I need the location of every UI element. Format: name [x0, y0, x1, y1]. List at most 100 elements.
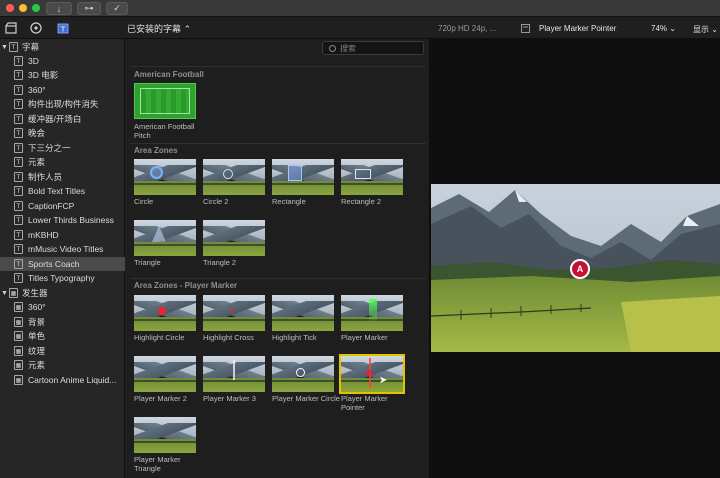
download-icon: ↓: [56, 3, 62, 14]
thumbnail-american-football-pitch[interactable]: [134, 83, 196, 119]
checkmark-icon: ✓: [113, 3, 121, 13]
titles-icon: T: [9, 42, 18, 52]
thumbnail-player-marker-2[interactable]: [134, 356, 196, 392]
sidebar-item[interactable]: ▦ 元素: [0, 358, 125, 372]
sidebar-item[interactable]: ▦ Cartoon Anime Liquid...: [0, 373, 125, 387]
thumbnail-highlight-circle[interactable]: [134, 295, 196, 331]
search-input[interactable]: 搜索: [322, 41, 424, 55]
section-divider: [130, 66, 426, 67]
sidebar-item[interactable]: ▦ 单色: [0, 329, 125, 343]
disclosure-triangle-icon[interactable]: ▼: [1, 44, 8, 51]
titles-generators-icon[interactable]: T: [57, 22, 69, 34]
library-select[interactable]: 已安装的字幕 ⌃: [127, 22, 191, 35]
mouse-cursor-icon: ➤: [379, 375, 388, 386]
thumbnail-caption: American Football Pitch: [134, 122, 195, 140]
thumbnail-triangle[interactable]: [134, 220, 196, 256]
window-titlebar: ↓ ⊶ ✓: [0, 0, 720, 17]
close-window-button[interactable]: [6, 4, 14, 12]
title-icon: T: [14, 99, 23, 109]
key-icon: ⊶: [84, 3, 94, 13]
title-icon: T: [14, 259, 23, 269]
title-icon: T: [14, 56, 23, 66]
clapper-icon[interactable]: [5, 22, 17, 34]
zoom-window-button[interactable]: [32, 4, 40, 12]
section-heading: Area Zones - Player Marker: [134, 281, 238, 290]
sidebar-item[interactable]: T 制作人员: [0, 170, 125, 184]
viewer-pane: A: [429, 39, 720, 478]
thumbnail-triangle-2[interactable]: [203, 220, 265, 256]
thumbnail-highlight-cross[interactable]: ✕: [203, 295, 265, 331]
sidebar-item[interactable]: T 360°: [0, 83, 125, 97]
generator-icon: ▦: [14, 302, 23, 312]
section-heading: Area Zones: [134, 146, 178, 155]
sidebar-group-titles[interactable]: ▼ T 字幕: [0, 40, 125, 54]
sidebar-item[interactable]: T Bold Text Titles: [0, 184, 125, 198]
player-marker-badge: A: [570, 259, 590, 279]
title-icon: T: [14, 157, 23, 167]
view-menu[interactable]: 显示 ⌄: [693, 24, 718, 35]
sidebar-item[interactable]: T 下三分之一: [0, 141, 125, 155]
sidebar-item[interactable]: ▦ 背景: [0, 315, 125, 329]
sidebar-group-generators[interactable]: ▼ ▦ 发生器: [0, 286, 125, 300]
title-icon: T: [14, 143, 23, 153]
minimize-window-button[interactable]: [19, 4, 27, 12]
section-heading: American Football: [134, 70, 204, 79]
sidebar-item[interactable]: T 构件出现/构件消失: [0, 97, 125, 111]
sidebar-item[interactable]: TmMusic Video Titles: [0, 242, 125, 256]
sidebar-item-sports-coach[interactable]: T Sports Coach: [0, 257, 125, 271]
clip-icon: [521, 24, 530, 33]
generator-icon: ▦: [14, 331, 23, 341]
format-info[interactable]: 720p HD 24p, ...: [438, 24, 496, 33]
title-icon: T: [14, 201, 23, 211]
generator-icon: ▦: [14, 375, 23, 385]
title-icon: T: [14, 215, 23, 225]
thumbnail-player-marker-circle[interactable]: [272, 356, 334, 392]
title-icon: T: [14, 172, 23, 182]
thumbnail-player-marker-triangle[interactable]: [134, 417, 196, 453]
viewer-video-frame[interactable]: A: [431, 184, 720, 352]
thumbnail-player-marker-pointer[interactable]: ➤: [339, 354, 405, 394]
sidebar-item[interactable]: T 3D 电影: [0, 68, 125, 82]
title-icon: T: [14, 230, 23, 240]
background-tasks-button[interactable]: ✓: [106, 2, 128, 15]
browser-toolbar: T 已安装的字幕 ⌃ 720p HD 24p, ... Player Marke…: [0, 18, 720, 39]
sidebar-item[interactable]: ▦ 纹理: [0, 344, 125, 358]
title-icon: T: [14, 273, 23, 283]
title-icon: T: [14, 70, 23, 80]
thumbnail-player-marker-3[interactable]: [203, 356, 265, 392]
title-icon: T: [14, 244, 23, 254]
title-icon: T: [14, 128, 23, 138]
generator-icon: ▦: [14, 317, 23, 327]
import-button[interactable]: ↓: [46, 2, 72, 15]
music-photos-icon[interactable]: [30, 22, 42, 34]
sidebar-item[interactable]: T 3D: [0, 54, 125, 68]
sidebar-item[interactable]: T CaptionFCP: [0, 199, 125, 213]
sidebar-item[interactable]: T 缓冲器/开场白: [0, 112, 125, 126]
section-divider: [130, 143, 426, 144]
sidebar-item[interactable]: TmKBHD: [0, 228, 125, 242]
browser-pane: 搜索 American Football American Football P…: [126, 39, 428, 478]
thumbnail-circle-2[interactable]: [203, 159, 265, 195]
sidebar-item[interactable]: T 元素: [0, 155, 125, 169]
disclosure-triangle-icon[interactable]: ▼: [1, 290, 8, 297]
thumbnail-rectangle[interactable]: [272, 159, 334, 195]
title-icon: T: [14, 114, 23, 124]
search-icon: [329, 44, 336, 52]
title-icon: T: [14, 186, 23, 196]
thumbnail-rectangle-2[interactable]: [341, 159, 403, 195]
sidebar-item[interactable]: ▦ 360°: [0, 300, 125, 314]
sidebar-item[interactable]: T Lower Thirds Business: [0, 213, 125, 227]
clip-name: Player Marker Pointer: [539, 24, 617, 33]
keywords-button[interactable]: ⊶: [77, 2, 101, 15]
generators-icon: ▦: [9, 288, 18, 298]
sidebar-item[interactable]: T Titles Typography: [0, 271, 125, 285]
svg-text:T: T: [60, 25, 66, 33]
generator-icon: ▦: [14, 346, 23, 356]
section-divider: [130, 278, 426, 279]
sidebar-item[interactable]: T 晚会: [0, 126, 125, 140]
zoom-menu[interactable]: 74% ⌄: [651, 24, 676, 33]
thumbnail-player-marker[interactable]: [341, 295, 403, 331]
thumbnail-highlight-tick[interactable]: [272, 295, 334, 331]
thumbnail-circle[interactable]: [134, 159, 196, 195]
generator-icon: ▦: [14, 360, 23, 370]
